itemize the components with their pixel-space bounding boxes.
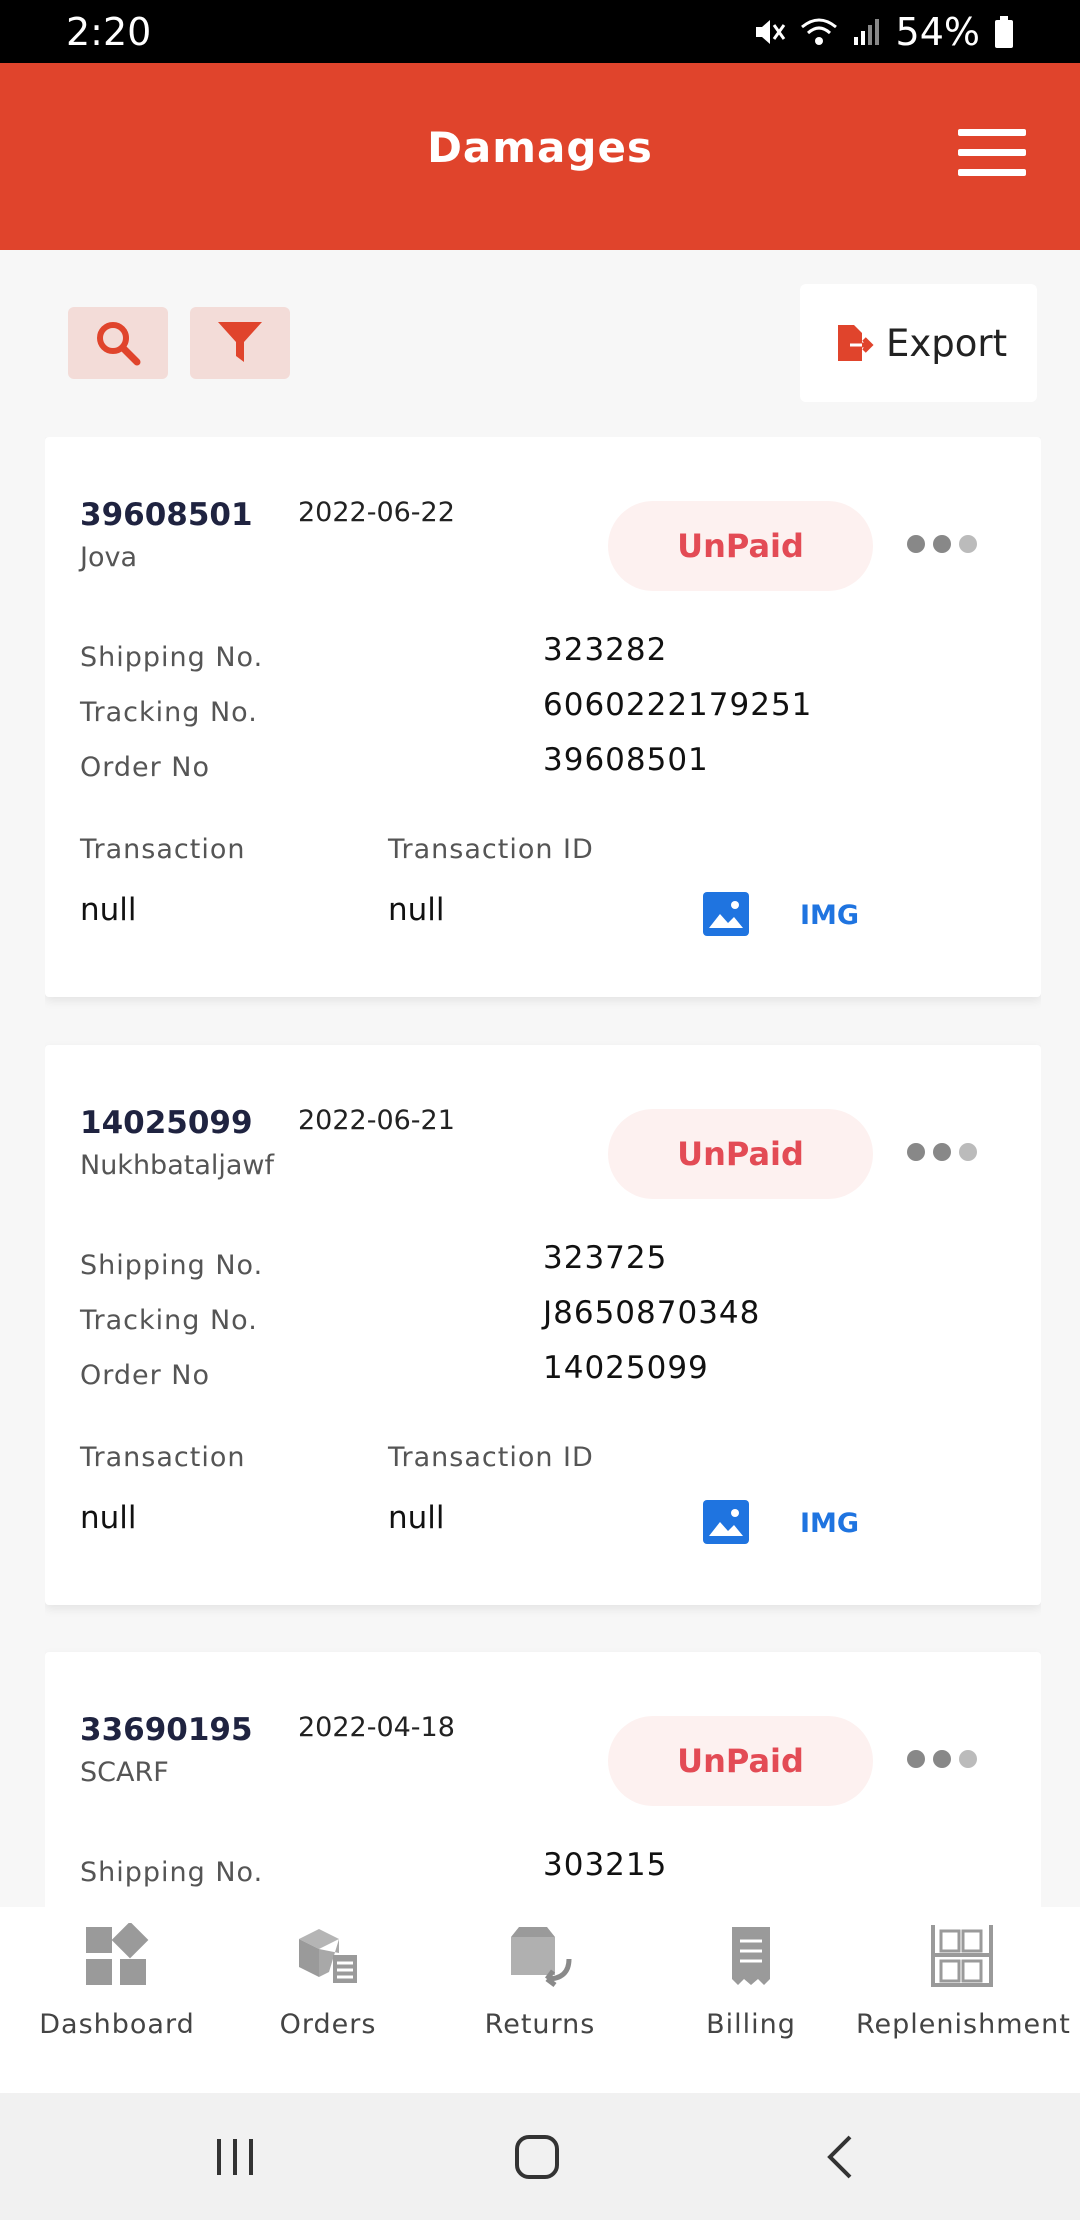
battery-icon (995, 16, 1013, 48)
replenishment-icon (931, 1925, 993, 1987)
damage-card[interactable]: 39608501 2022-06-22 Jova UnPaid Shipping… (45, 437, 1041, 997)
nav-item-orders[interactable]: Orders (222, 1923, 434, 2040)
status-icons: 54% (752, 10, 1014, 54)
mute-icon (755, 20, 785, 44)
home-icon (515, 2134, 559, 2179)
filter-button[interactable] (190, 307, 290, 379)
transaction-id-value: null (388, 1500, 445, 1536)
shipping-no-value: 303215 (543, 1847, 668, 1883)
shipping-no-label: Shipping No. (80, 1250, 264, 1281)
transaction-value: null (80, 892, 137, 928)
export-label: Export (886, 321, 1008, 365)
battery-percent: 54% (895, 10, 980, 54)
order-no-value: 39608501 (543, 742, 709, 778)
status-time: 2:20 (66, 10, 152, 54)
home-button[interactable] (487, 2093, 587, 2220)
dashboard-icon (86, 1923, 149, 1985)
image-icon[interactable] (703, 1500, 749, 1544)
transaction-id-label: Transaction ID (388, 1442, 594, 1473)
shipping-no-value: 323282 (543, 632, 668, 668)
card-id: 39608501 (80, 497, 253, 533)
more-icon (907, 1143, 925, 1161)
recent-apps-button[interactable] (185, 2093, 285, 2220)
shipping-no-value: 323725 (543, 1240, 668, 1276)
damage-card[interactable]: 33690195 2022-04-18 SCARF UnPaid Shippin… (45, 1652, 1041, 1907)
search-button[interactable] (68, 307, 168, 379)
transaction-label: Transaction (80, 1442, 246, 1473)
img-link[interactable]: IMG (800, 900, 859, 931)
returns-icon (511, 1927, 572, 1987)
transaction-value: null (80, 1500, 137, 1536)
back-button[interactable] (790, 2093, 890, 2220)
img-link[interactable]: IMG (800, 1508, 859, 1539)
image-icon[interactable] (703, 892, 749, 936)
more-options-button[interactable] (907, 529, 977, 559)
status-badge: UnPaid (608, 1109, 873, 1199)
more-options-button[interactable] (907, 1744, 977, 1774)
nav-item-billing[interactable]: Billing (645, 1923, 857, 2040)
more-icon (907, 535, 925, 553)
more-options-button[interactable] (907, 1137, 977, 1167)
filter-icon (218, 322, 262, 362)
export-file-icon (838, 325, 874, 361)
system-nav-bar (0, 2093, 1080, 2220)
nav-label: Dashboard (39, 2009, 195, 2040)
damage-card[interactable]: 14025099 2022-06-21 Nukhbataljawf UnPaid… (45, 1045, 1041, 1605)
page-title: Damages (427, 123, 653, 172)
orders-icon (299, 1929, 357, 1983)
menu-button[interactable] (958, 129, 1028, 179)
bottom-nav: Dashboard Orders Returns Billing Repleni… (0, 1907, 1080, 2093)
search-icon (97, 322, 141, 366)
card-date: 2022-06-22 (298, 497, 455, 528)
card-id: 14025099 (80, 1105, 253, 1141)
card-customer: SCARF (80, 1757, 169, 1788)
tracking-no-value: 6060222179251 (543, 687, 813, 723)
order-no-label: Order No (80, 1360, 211, 1391)
nav-item-replenishment[interactable]: Replenishment (856, 1923, 1071, 2040)
nav-label: Orders (279, 2009, 377, 2040)
status-badge: UnPaid (608, 501, 873, 591)
card-customer: Jova (80, 542, 138, 573)
shipping-no-label: Shipping No. (80, 1857, 264, 1888)
shipping-no-label: Shipping No. (80, 642, 264, 673)
export-button[interactable]: Export (800, 284, 1037, 402)
more-icon (907, 1750, 925, 1768)
card-id: 33690195 (80, 1712, 253, 1748)
card-customer: Nukhbataljawf (80, 1150, 275, 1181)
wifi-icon (800, 18, 837, 45)
menu-icon (958, 129, 1026, 136)
status-bar: 2:20 54% (0, 0, 1080, 63)
tracking-no-value: J8650870348 (543, 1295, 761, 1331)
nav-item-returns[interactable]: Returns (434, 1923, 646, 2040)
order-no-value: 14025099 (543, 1350, 709, 1386)
card-date: 2022-06-21 (298, 1105, 455, 1136)
nav-label: Returns (484, 2009, 596, 2040)
signal-icon (853, 19, 879, 45)
order-no-label: Order No (80, 752, 211, 783)
tracking-no-label: Tracking No. (80, 697, 258, 728)
back-icon (827, 2135, 852, 2178)
nav-label: Replenishment (856, 2009, 1071, 2040)
status-badge: UnPaid (608, 1716, 873, 1806)
card-date: 2022-04-18 (298, 1712, 455, 1743)
nav-item-dashboard[interactable]: Dashboard (11, 1923, 223, 2040)
transaction-id-label: Transaction ID (388, 834, 594, 865)
transaction-label: Transaction (80, 834, 246, 865)
transaction-id-value: null (388, 892, 445, 928)
damage-list[interactable]: 39608501 2022-06-22 Jova UnPaid Shipping… (45, 437, 1041, 1907)
nav-label: Billing (706, 2009, 796, 2040)
app-header: Damages (0, 63, 1080, 250)
recent-apps-icon (217, 2138, 253, 2175)
tracking-no-label: Tracking No. (80, 1305, 258, 1336)
billing-icon (732, 1927, 770, 1985)
